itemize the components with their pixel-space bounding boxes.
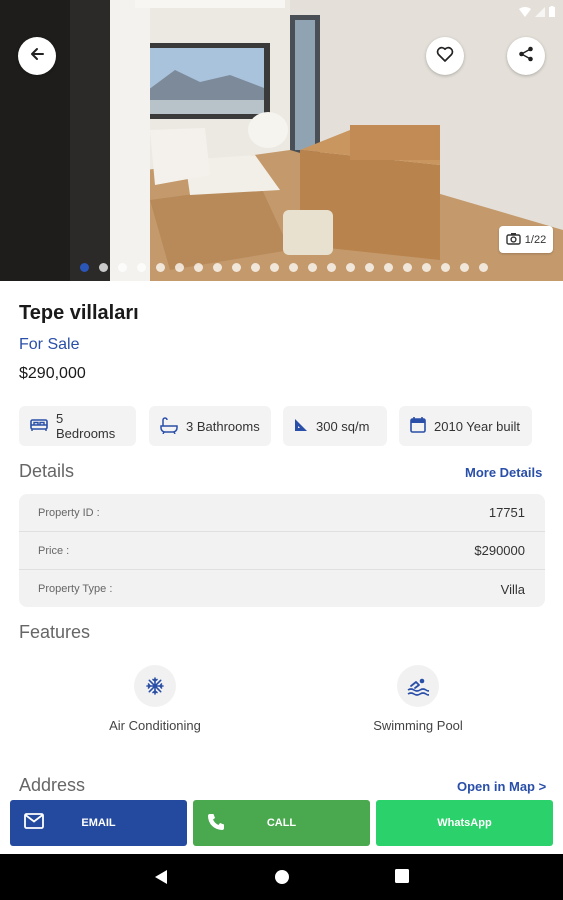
feature-label: Swimming Pool — [373, 718, 463, 733]
photo-counter[interactable]: 1/22 — [499, 226, 553, 253]
heart-outline-icon — [436, 46, 454, 67]
details-row-value: 17751 — [488, 505, 525, 520]
bed-icon — [29, 417, 49, 436]
gallery-pagination — [80, 263, 488, 272]
details-row: Property Type : Villa — [19, 570, 545, 608]
chip-bathrooms-label: 3 Bathrooms — [186, 418, 260, 434]
gallery-dot[interactable] — [99, 263, 108, 272]
feature-swimming-pool: Swimming Pool — [338, 665, 498, 733]
gallery-dot[interactable] — [118, 263, 127, 272]
details-row-value: $290000 — [474, 543, 525, 558]
snowflake-icon — [134, 665, 176, 707]
property-photo — [0, 0, 563, 281]
gallery-dot[interactable] — [137, 263, 146, 272]
calendar-icon — [409, 416, 427, 437]
gallery-dot[interactable] — [441, 263, 450, 272]
share-button[interactable] — [507, 37, 545, 75]
gallery-dot[interactable] — [270, 263, 279, 272]
gallery-dot[interactable] — [327, 263, 336, 272]
details-title: Details — [19, 461, 75, 481]
features-title: Features — [19, 622, 91, 642]
gallery-dot[interactable] — [479, 263, 488, 272]
listing-title: Tepe villaları — [19, 302, 139, 324]
details-row: Property ID : 17751 — [19, 494, 545, 532]
mail-icon — [24, 813, 44, 832]
area-icon — [293, 417, 309, 436]
share-icon — [518, 46, 534, 67]
chip-year-built-label: 2010 Year built — [434, 418, 521, 434]
signal-icon — [535, 4, 545, 22]
gallery-dot[interactable] — [213, 263, 222, 272]
feature-label: Air Conditioning — [109, 718, 201, 733]
gallery-dot[interactable] — [384, 263, 393, 272]
listing-price: $290,000 — [19, 365, 86, 382]
system-navigation-bar — [0, 854, 563, 900]
chip-bedrooms-label: 5 Bedrooms — [56, 411, 116, 441]
open-in-map-link[interactable]: Open in Map > — [457, 779, 546, 794]
email-button[interactable]: EMAIL — [10, 800, 187, 846]
contact-action-bar: EMAIL CALL WhatsApp — [0, 796, 563, 854]
details-row-label: Property ID : — [38, 506, 100, 519]
gallery-dot[interactable] — [80, 263, 89, 272]
phone-icon — [207, 813, 225, 834]
details-row-label: Price : — [38, 544, 70, 557]
arrow-left-icon — [29, 46, 45, 67]
gallery-dot[interactable] — [251, 263, 260, 272]
address-title: Address — [19, 775, 86, 795]
nav-back-icon[interactable] — [154, 869, 168, 890]
gallery-dot[interactable] — [403, 263, 412, 272]
back-button[interactable] — [18, 37, 56, 75]
gallery-dot[interactable] — [194, 263, 203, 272]
chip-area-label: 300 sq/m — [316, 418, 370, 434]
chip-area: 300 sq/m — [283, 406, 387, 446]
gallery-dot[interactable] — [289, 263, 298, 272]
listing-status: For Sale — [19, 336, 80, 353]
hero-gallery[interactable]: 1/22 — [0, 0, 563, 281]
gallery-dot[interactable] — [365, 263, 374, 272]
nav-recents-icon[interactable] — [395, 869, 409, 888]
gallery-dot[interactable] — [422, 263, 431, 272]
chip-bathrooms: 3 Bathrooms — [149, 406, 271, 446]
gallery-dot[interactable] — [308, 263, 317, 272]
details-row-value: Villa — [500, 581, 525, 597]
feature-air-conditioning: Air Conditioning — [75, 665, 235, 733]
camera-icon — [506, 232, 521, 248]
gallery-dot[interactable] — [232, 263, 241, 272]
gallery-dot[interactable] — [460, 263, 469, 272]
whatsapp-button[interactable]: WhatsApp — [376, 800, 553, 846]
status-bar — [519, 4, 555, 22]
gallery-dot[interactable] — [346, 263, 355, 272]
call-button[interactable]: CALL — [193, 800, 370, 846]
details-table: Property ID : 17751 Price : $290000 Prop… — [19, 494, 545, 607]
swimming-pool-icon — [397, 665, 439, 707]
details-row: Price : $290000 — [19, 532, 545, 570]
whatsapp-button-label: WhatsApp — [437, 817, 492, 829]
favorite-button[interactable] — [426, 37, 464, 75]
details-row-label: Property Type : — [38, 583, 113, 595]
photo-counter-label: 1/22 — [524, 233, 547, 246]
gallery-dot[interactable] — [175, 263, 184, 272]
wifi-icon — [519, 4, 531, 22]
gallery-dot[interactable] — [156, 263, 165, 272]
chip-bedrooms: 5 Bedrooms — [19, 406, 136, 446]
battery-icon — [549, 4, 555, 22]
bathtub-icon — [159, 416, 179, 437]
more-details-link[interactable]: More Details — [465, 465, 542, 480]
nav-home-icon[interactable] — [274, 869, 290, 890]
chip-year-built: 2010 Year built — [399, 406, 532, 446]
